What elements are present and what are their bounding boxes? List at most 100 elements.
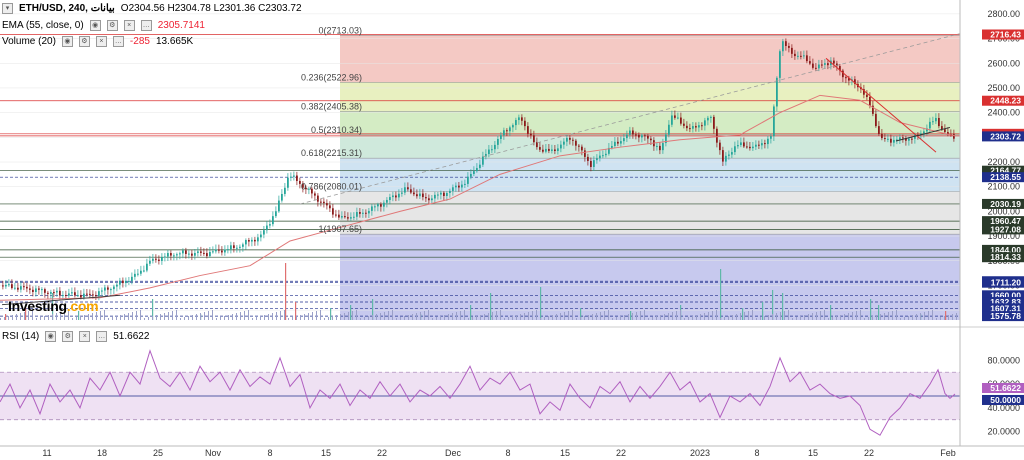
- volume-bar: [944, 316, 945, 320]
- volume-bar: [5, 314, 7, 320]
- candle-body: [818, 64, 820, 69]
- candle-body: [329, 205, 331, 209]
- close-icon[interactable]: ×: [79, 331, 91, 342]
- candle-body: [188, 253, 190, 255]
- volume-bar: [416, 313, 417, 320]
- volume-bar: [552, 315, 553, 320]
- volume-bar: [80, 316, 81, 320]
- candle-body: [554, 149, 556, 152]
- time-tick: 22: [864, 448, 874, 458]
- candle-body: [368, 210, 370, 214]
- candle-body: [8, 284, 10, 286]
- volume-bar: [168, 312, 169, 320]
- volume-bar: [708, 312, 709, 320]
- visibility-icon[interactable]: ◉: [61, 36, 73, 47]
- volume-bar: [364, 317, 365, 320]
- volume-bar: [480, 315, 481, 320]
- candle-body: [677, 117, 679, 119]
- more-icon[interactable]: …: [112, 36, 124, 47]
- volume-bar: [904, 317, 905, 320]
- volume-bar: [748, 311, 749, 320]
- volume-bar: [824, 310, 825, 320]
- candle-body: [833, 60, 835, 64]
- settings-icon[interactable]: ⚙: [62, 331, 74, 342]
- candle-body: [782, 41, 784, 52]
- ema-legend[interactable]: EMA (55, close, 0) ◉ ⚙ × … 2305.7141: [2, 20, 205, 31]
- trading-chart[interactable]: 0(2713.03) 0.236(2522.96) 0.382(2405.38) 0.…: [0, 0, 1024, 460]
- volume-bar: [640, 311, 641, 320]
- time-tick: Dec: [445, 448, 462, 458]
- candle-body: [623, 138, 625, 142]
- candle-body: [464, 183, 466, 185]
- volume-bar: [12, 315, 13, 320]
- candle-body: [374, 206, 376, 208]
- volume-bar: [936, 318, 937, 320]
- volume-bar: [240, 312, 241, 320]
- visibility-icon[interactable]: ◉: [89, 20, 101, 31]
- collapse-icon[interactable]: ▾: [2, 3, 13, 14]
- candle-body: [710, 116, 712, 118]
- volume-bar: [812, 313, 813, 320]
- candle-body: [866, 94, 868, 97]
- fib-label: 0.618(2215.31): [301, 148, 362, 158]
- settings-icon[interactable]: ⚙: [78, 36, 90, 47]
- candle-body: [257, 237, 259, 242]
- more-icon[interactable]: …: [140, 20, 152, 31]
- candle-body: [230, 245, 232, 250]
- candle-body: [140, 270, 142, 274]
- candle-body: [245, 240, 247, 245]
- volume-bar: [476, 316, 477, 320]
- candle-body: [332, 208, 334, 215]
- fib-zone-below: [340, 234, 960, 320]
- candle-body: [20, 286, 22, 290]
- candle-body: [551, 149, 553, 151]
- candle-body: [338, 214, 340, 218]
- close-icon[interactable]: ×: [95, 36, 107, 47]
- candle-body: [182, 250, 184, 254]
- candle-body: [275, 211, 277, 217]
- volume-bar: [816, 312, 817, 320]
- volume-bar: [324, 318, 325, 320]
- candle-body: [191, 253, 193, 256]
- volume-bar: [492, 312, 493, 320]
- volume-bar: [508, 317, 509, 320]
- volume-bar: [684, 318, 685, 320]
- candle-body: [200, 251, 202, 253]
- close-icon[interactable]: ×: [123, 20, 135, 31]
- candle-body: [467, 176, 469, 184]
- candle-body: [764, 143, 766, 145]
- candle-body: [602, 155, 604, 157]
- rsi-legend[interactable]: RSI (14) ◉ ⚙ × … 51.6622: [2, 331, 149, 342]
- volume-bar: [132, 312, 133, 320]
- volume-bar: [932, 310, 933, 320]
- volume-bar: [504, 318, 505, 320]
- more-icon[interactable]: …: [96, 331, 108, 342]
- settings-icon[interactable]: ⚙: [106, 20, 118, 31]
- price-badge-label: 2448.23: [990, 96, 1021, 106]
- candle-body: [746, 146, 748, 148]
- volume-bar: [712, 311, 713, 320]
- candle-body: [845, 77, 847, 79]
- candle-body: [692, 126, 694, 129]
- visibility-icon[interactable]: ◉: [45, 331, 57, 342]
- volume-bar: [528, 312, 529, 320]
- volume-bar: [272, 313, 273, 320]
- volume-bar: [940, 317, 941, 320]
- volume-bar: [556, 314, 557, 320]
- rsi-tick: 20.0000: [987, 427, 1020, 437]
- symbol-legend[interactable]: ▾ ETH/USD, 240, بيانات O2304.56 H2304.78…: [2, 3, 302, 14]
- volume-bar: [56, 313, 57, 320]
- candle-body: [446, 192, 448, 196]
- volume-bar: [668, 313, 669, 320]
- volume-legend[interactable]: Volume (20) ◉ ⚙ × … -285 13.665K: [2, 36, 193, 47]
- candle-body: [515, 120, 517, 126]
- volume-bar: [470, 305, 472, 320]
- time-tick: 8: [505, 448, 510, 458]
- candle-body: [47, 292, 49, 294]
- candle-body: [569, 137, 571, 140]
- candle-body: [383, 202, 385, 207]
- candle-body: [173, 255, 175, 257]
- fib-label: 1(1907.65): [318, 224, 362, 234]
- candle-body: [440, 192, 442, 195]
- volume-bar: [870, 299, 872, 320]
